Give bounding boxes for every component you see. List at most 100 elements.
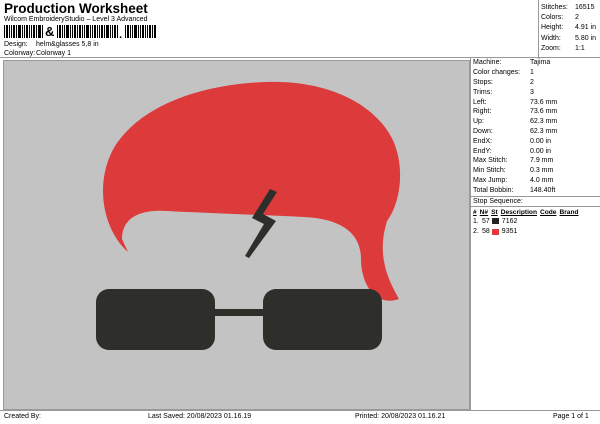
info-row: Color changes: 1: [473, 68, 599, 78]
stat-value: 5.80 in: [575, 34, 597, 42]
info-label: EndY:: [473, 147, 492, 155]
info-value: 0.3 mm: [530, 167, 554, 175]
divider: [470, 206, 600, 208]
info-label: Down:: [473, 127, 493, 135]
info-label: Up:: [473, 118, 484, 126]
col-header: Brand: [559, 209, 579, 217]
table-row: 2. 58 9351: [473, 227, 599, 238]
stat-row: Stitches: 16515: [541, 2, 596, 12]
meta-value: Colorway 1: [36, 50, 72, 57]
stat-label: Colors:: [541, 14, 564, 22]
meta-colorway-row: Colorway: Colorway 1: [4, 50, 71, 57]
design-preview: [3, 60, 470, 410]
stat-label: Width:: [541, 34, 561, 42]
barcode: & ,: [4, 25, 156, 38]
page-title: Production Worksheet: [4, 1, 148, 16]
info-label: Max Jump:: [473, 176, 508, 184]
color-swatch: [491, 228, 499, 235]
footer-page-number: Page 1 of 1: [553, 413, 589, 420]
sunglasses: [96, 289, 382, 350]
divider: [0, 410, 600, 411]
stat-label: Zoom:: [541, 45, 561, 53]
stat-value: 4.91 in: [575, 24, 597, 32]
info-row: Stops: 2: [473, 78, 599, 88]
design-artwork: [96, 81, 401, 350]
info-label: Right:: [473, 108, 492, 116]
info-value: 1: [530, 69, 534, 77]
svg-text:&: &: [45, 25, 54, 38]
info-label: Left:: [473, 98, 487, 106]
info-row: Trims: 3: [473, 87, 599, 97]
info-label: Stops:: [473, 78, 493, 86]
footer-printed: Printed: 20/08/2023 01.16.21: [355, 413, 446, 420]
info-row: Down: 62.3 mm: [473, 127, 599, 137]
info-value: 0.00 in: [530, 137, 552, 145]
info-row: Right: 73.6 mm: [473, 107, 599, 117]
info-label: Machine:: [473, 59, 502, 67]
info-value: 73.6 mm: [530, 108, 558, 116]
machine-info-panel: Machine: Tajima Color changes: 1 Stops: 2 T…: [470, 58, 600, 238]
info-row: Max Jump: 4.0 mm: [473, 176, 599, 186]
info-row: Up: 62.3 mm: [473, 117, 599, 127]
info-value: 148.40ft: [530, 186, 556, 194]
info-value: Tajima: [530, 59, 551, 67]
info-value: 7.9 mm: [530, 157, 554, 165]
stop-sequence-header: # N# St Description Code Brand: [473, 209, 599, 216]
info-row: EndX: 0.00 in: [473, 136, 599, 146]
info-row: Machine: Tajima: [473, 58, 599, 68]
footer-created-by: Created By:: [4, 413, 41, 420]
stop-sequence-title: Stop Sequence:: [473, 198, 523, 206]
stat-row: Height: 4.91 in: [541, 23, 596, 33]
stat-row: Colors: 2: [541, 12, 596, 22]
row-number: 1.: [473, 217, 479, 225]
software-subtitle: Wilcom EmbroideryStudio – Level 3 Advanc…: [4, 16, 148, 23]
meta-label: Design:: [4, 41, 28, 48]
info-row: Total Bobbin: 148.40ft: [473, 185, 599, 195]
thread-code: 9351: [501, 228, 518, 236]
info-value: 0.00 in: [530, 147, 552, 155]
divider: [470, 196, 600, 198]
row-number: 2.: [473, 228, 479, 236]
info-row: EndY: 0.00 in: [473, 146, 599, 156]
col-header: St: [491, 209, 498, 217]
info-value: 2: [530, 78, 534, 86]
info-value: 4.0 mm: [530, 176, 554, 184]
color-swatch: [491, 218, 499, 225]
meta-label: Colorway:: [4, 50, 36, 57]
stat-label: Stitches:: [541, 3, 568, 11]
info-value: 62.3 mm: [530, 118, 558, 126]
top-stats: Stitches: 16515 Colors: 2 Height: 4.91 in W…: [541, 2, 596, 54]
stat-row: Width: 5.80 in: [541, 33, 596, 43]
helmet-shape: [103, 81, 401, 301]
stat-value: 1:1: [575, 45, 585, 53]
stat-value: 2: [575, 14, 579, 22]
divider: [470, 57, 471, 410]
info-value: 73.6 mm: [530, 98, 558, 106]
divider: [538, 0, 539, 57]
info-label: Max Stitch:: [473, 157, 508, 165]
info-label: Min Stitch:: [473, 167, 506, 175]
info-row: Left: 73.6 mm: [473, 97, 599, 107]
col-header: Description: [500, 209, 537, 217]
info-label: Trims:: [473, 88, 493, 96]
meta-value: helm&glasses 5,8 in: [36, 41, 99, 48]
info-row: Max Stitch: 7.9 mm: [473, 156, 599, 166]
thread-code: 7162: [501, 217, 518, 225]
meta-design-row: Design: helm&glasses 5,8 in: [4, 41, 99, 48]
col-header: #: [473, 209, 477, 217]
stat-row: Zoom: 1:1: [541, 44, 596, 54]
info-label: EndX:: [473, 137, 493, 145]
stat-value: 16515: [575, 3, 595, 11]
info-row: Min Stitch: 0.3 mm: [473, 166, 599, 176]
col-header: N#: [479, 209, 489, 217]
needle-number: 58: [482, 228, 490, 236]
svg-text:,: ,: [119, 29, 122, 38]
footer-last-saved: Last Saved: 20/08/2023 01.16.19: [148, 413, 252, 420]
stat-label: Height:: [541, 24, 564, 32]
needle-number: 57: [482, 217, 490, 225]
info-label: Color changes:: [473, 69, 521, 77]
info-value: 3: [530, 88, 534, 96]
info-value: 62.3 mm: [530, 127, 558, 135]
info-label: Total Bobbin:: [473, 186, 514, 194]
col-header: Code: [539, 209, 557, 217]
